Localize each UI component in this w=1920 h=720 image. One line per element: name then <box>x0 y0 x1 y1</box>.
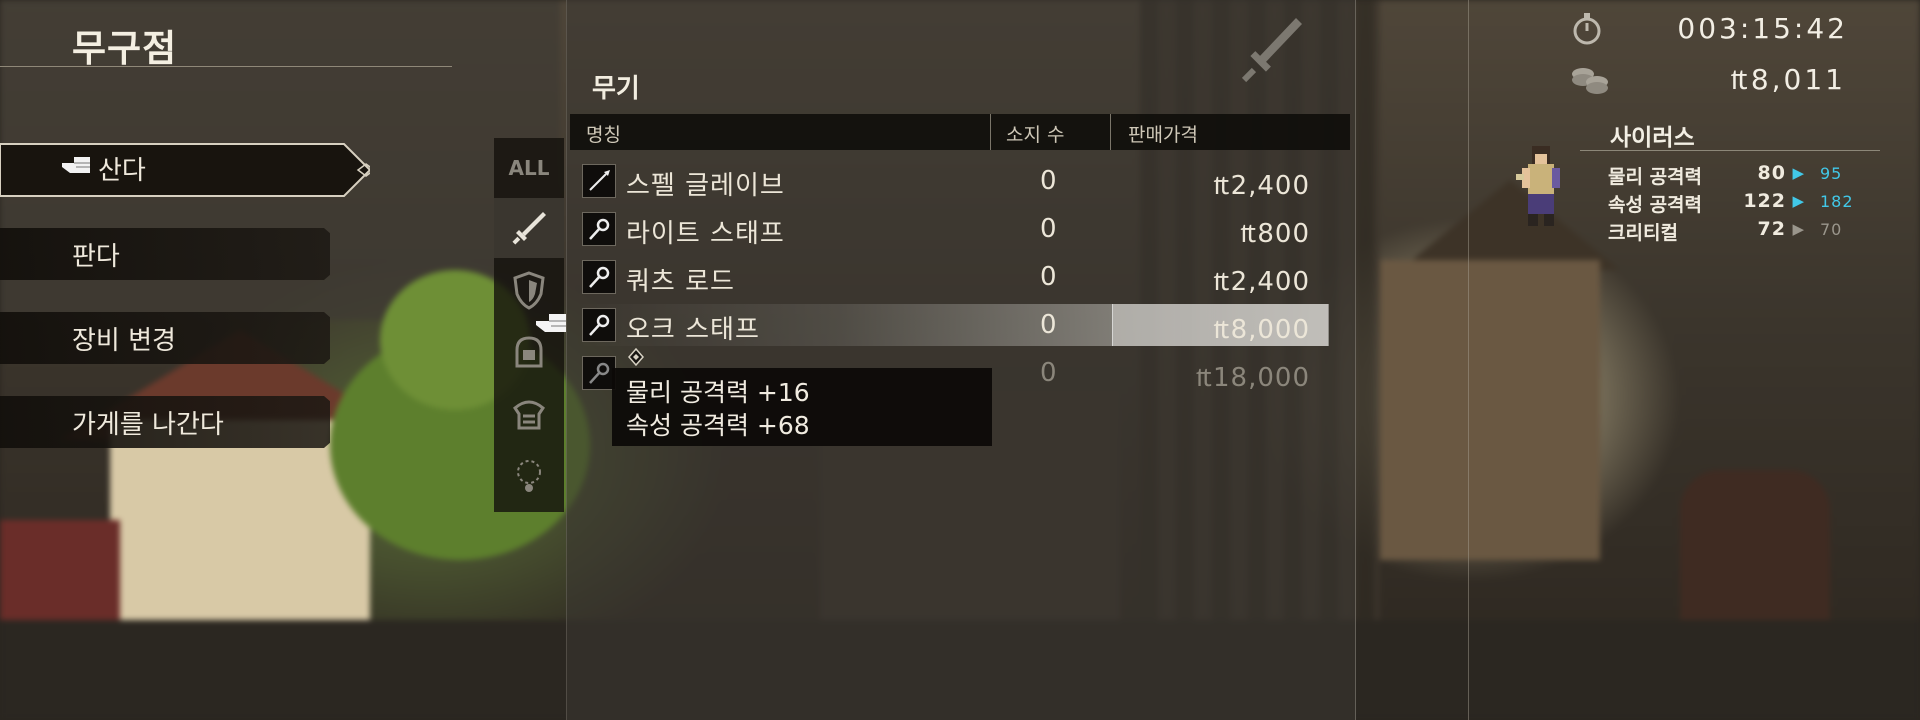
item-owned: 0 <box>1040 214 1057 244</box>
item-row[interactable]: 쿼츠 로드 0 ₶2,400 <box>578 256 1328 298</box>
staff-icon <box>582 356 616 390</box>
stat-row-physical-attack: 물리 공격력 80 ▶ 95 <box>1608 162 1870 190</box>
item-row[interactable]: 라이트 스태프 0 ₶800 <box>578 208 1328 250</box>
menu-item-leave-shop[interactable]: 가게를 나간다 <box>0 396 330 448</box>
stat-current: 72 <box>1757 218 1786 240</box>
item-price: ₶2,400 <box>1213 262 1310 298</box>
item-price: ₶18,000 <box>1196 358 1310 394</box>
list-header: 명칭 소지 수 판매가격 <box>570 114 1350 150</box>
item-name: 오크 스태프 <box>626 315 760 345</box>
play-time: 003:15:42 <box>1677 12 1848 45</box>
money-amount: ₶8,011 <box>1730 63 1846 96</box>
tooltip-line: 물리 공격력 +16 <box>626 378 810 407</box>
column-price: 판매가격 <box>1128 124 1198 146</box>
character-name: 사이러스 <box>1610 125 1695 151</box>
sword-icon <box>509 208 549 248</box>
arrow-up-icon: ▶ <box>1792 164 1804 182</box>
column-owned: 소지 수 <box>1006 124 1065 146</box>
item-name: 쿼츠 로드 <box>626 267 735 297</box>
tab-armor[interactable] <box>494 384 564 444</box>
stat-new: 182 <box>1820 192 1854 211</box>
arrow-neutral-icon: ▶ <box>1792 220 1804 238</box>
stat-row-critical: 크리티컬 72 ▶ 70 <box>1608 218 1870 246</box>
item-row[interactable]: 스펠 글레이브 0 ₶2,400 <box>578 160 1328 202</box>
stat-label: 크리티컬 <box>1608 222 1678 244</box>
item-price: ₶800 <box>1240 214 1310 250</box>
character-divider <box>1580 150 1880 151</box>
sword-icon <box>1236 14 1306 94</box>
shield-icon <box>511 270 547 310</box>
arrow-up-icon: ▶ <box>1792 192 1804 210</box>
tab-label: ALL <box>508 156 550 180</box>
column-name: 명칭 <box>586 124 621 146</box>
item-owned: 0 <box>1040 310 1057 340</box>
stopwatch-icon <box>1572 12 1602 50</box>
glaive-icon <box>582 164 616 198</box>
staff-icon <box>582 260 616 294</box>
menu-item-label: 장비 변경 <box>72 325 176 356</box>
currency-icon: ₶ <box>1195 363 1214 393</box>
character-portrait <box>1508 140 1574 234</box>
menu-item-label: 가게를 나간다 <box>72 409 224 440</box>
menu-item-label: 산다 <box>98 155 146 186</box>
status-panel <box>1468 0 1920 720</box>
stat-new: 95 <box>1820 164 1843 183</box>
category-title: 무기 <box>592 74 640 104</box>
item-price: ₶8,000 <box>1213 310 1310 346</box>
menu-item-label: 판다 <box>72 241 120 272</box>
title-divider <box>0 66 452 67</box>
tooltip-line: 속성 공격력 +68 <box>626 411 810 440</box>
tab-weapons[interactable] <box>494 198 564 258</box>
tab-all[interactable]: ALL <box>494 138 564 198</box>
stat-new: 70 <box>1820 220 1843 239</box>
item-name: 라이트 스태프 <box>626 219 785 249</box>
tab-accessories[interactable] <box>494 446 564 506</box>
staff-icon <box>582 308 616 342</box>
hand-pointer-icon <box>60 153 94 184</box>
currency-icon: ₶ <box>1213 171 1231 201</box>
coins-icon <box>1570 62 1610 100</box>
item-owned: 0 <box>1040 358 1057 388</box>
item-name: 스펠 글레이브 <box>626 171 785 201</box>
stat-label: 물리 공격력 <box>1608 166 1703 188</box>
shop-title: 무구점 <box>72 27 178 70</box>
currency-icon: ₶ <box>1240 219 1258 249</box>
menu-selection-frame <box>0 143 370 197</box>
item-owned: 0 <box>1040 262 1057 292</box>
stat-current: 122 <box>1743 190 1786 212</box>
stat-current: 80 <box>1757 162 1786 184</box>
staff-icon <box>582 212 616 246</box>
hand-pointer-icon <box>534 310 570 340</box>
menu-item-sell[interactable]: 판다 <box>0 228 330 280</box>
item-owned: 0 <box>1040 166 1057 196</box>
menu-item-buy[interactable]: 산다 <box>0 142 372 197</box>
item-price: ₶2,400 <box>1213 166 1310 202</box>
menu-item-change-equipment[interactable]: 장비 변경 <box>0 312 330 364</box>
stat-label: 속성 공격력 <box>1608 194 1703 216</box>
currency-icon: ₶ <box>1730 63 1751 96</box>
stat-row-elemental-attack: 속성 공격력 122 ▶ 182 <box>1608 190 1870 218</box>
currency-icon: ₶ <box>1213 267 1231 297</box>
currency-icon: ₶ <box>1213 315 1231 345</box>
armor-icon <box>509 394 549 434</box>
accessory-icon <box>511 456 547 496</box>
item-row-selected[interactable]: 오크 스태프 0 ₶8,000 <box>578 304 1329 346</box>
item-stat-tooltip: 물리 공격력 +16 속성 공격력 +68 <box>612 368 992 446</box>
diamond-icon <box>627 347 645 374</box>
